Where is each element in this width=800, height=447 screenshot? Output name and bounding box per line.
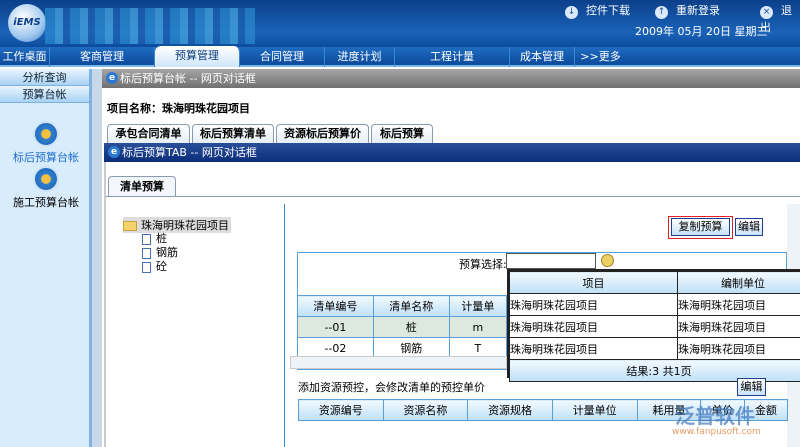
popup-header: 编制单位: [677, 271, 800, 294]
ie-icon: e: [108, 146, 120, 158]
inner-dialog-titlebar: e 标后预算TAB -- 网页对话框: [104, 143, 800, 162]
tree-item[interactable]: 砼: [142, 258, 167, 274]
col-header: 资源规格: [467, 399, 553, 421]
edit-resource-button[interactable]: 编辑: [737, 378, 766, 396]
main-nav: 工作桌面 客商管理 预算管理 合同管理 进度计划 工程计量 成本管理 >>更多: [0, 46, 800, 67]
download-icon: ↓: [565, 6, 578, 19]
popup-header: 项目: [509, 271, 678, 294]
sidebar-item-construction-ledger[interactable]: 施工预算台帐: [0, 194, 92, 210]
nav-contract[interactable]: 合同管理: [240, 47, 325, 67]
watermark-url: www.fanpusoft.com: [672, 427, 761, 437]
date: 2009年 05月 20日 星期三: [635, 25, 768, 38]
col-header: 资源名称: [382, 399, 469, 421]
relogin-icon: ↑: [655, 6, 668, 19]
relogin-label: 重新登录: [676, 4, 720, 17]
tab-contract-list[interactable]: 承包合同清单: [107, 124, 190, 143]
budget-popup: 项目 编制单位 珠海明珠花园项目 珠海明珠花园项目 珠海明珠花园项目 珠海明珠花园项目…: [507, 269, 800, 382]
table-row[interactable]: --01 桩 m: [297, 316, 508, 338]
nav-clients[interactable]: 客商管理: [50, 47, 155, 67]
ie-icon: e: [106, 72, 118, 84]
cell: 珠海明珠花园项目: [677, 293, 800, 316]
relogin-link[interactable]: ↑ 重新登录: [655, 2, 720, 19]
sidebar-item-post-bid-ledger[interactable]: 标后预算台帐: [0, 149, 92, 165]
popup-row[interactable]: 珠海明珠花园项目 珠海明珠花园项目: [509, 337, 800, 360]
copy-budget-button[interactable]: 复制预算: [671, 218, 730, 236]
sidebar-section-analysis[interactable]: 分析查询: [0, 69, 89, 86]
cell: m: [448, 316, 508, 338]
budget-select-input[interactable]: [506, 253, 596, 269]
col-header: 清单名称: [372, 295, 450, 317]
cell: 珠海明珠花园项目: [509, 293, 678, 316]
logo: iEMS: [8, 4, 46, 42]
inner-dialog-title: 标后预算TAB -- 网页对话框: [122, 146, 257, 159]
exit-icon: ×: [760, 6, 773, 19]
people-icon[interactable]: [33, 166, 59, 192]
file-icon: [142, 247, 151, 259]
tab-post-bid-budget[interactable]: 标后预算: [371, 124, 433, 143]
edit-button[interactable]: 编辑: [735, 218, 763, 236]
tree-root[interactable]: 珠海明珠花园项目: [123, 217, 231, 233]
blurred-title: [45, 8, 255, 44]
dialog-title: 标后预算台帐 -- 网页对话框: [120, 72, 256, 85]
project-name: 项目名称：珠海明珠花园项目: [107, 102, 250, 115]
sidebar: 分析查询 预算台帐 标后预算台帐 施工预算台帐: [0, 69, 92, 447]
divider: [284, 204, 285, 447]
search-icon[interactable]: [601, 254, 614, 267]
tab-list-budget[interactable]: 清单预算: [108, 176, 176, 196]
folder-icon: [123, 221, 137, 231]
tab-resource-price[interactable]: 资源标后预算价: [276, 124, 369, 143]
col-header: 资源编号: [298, 399, 384, 421]
col-header: 清单编号: [297, 295, 374, 317]
cell: 桩: [372, 316, 450, 338]
dialog-titlebar: e 标后预算台帐 -- 网页对话框: [102, 69, 800, 88]
cell: --01: [297, 316, 374, 338]
download-label: 控件下载: [586, 4, 630, 17]
col-header: 计量单: [448, 295, 508, 317]
nav-more[interactable]: >>更多: [578, 47, 623, 67]
tab-post-bid-list[interactable]: 标后预算清单: [192, 124, 274, 143]
sidebar-section-ledger[interactable]: 预算台帐: [0, 86, 89, 103]
horizontal-scrollbar[interactable]: [290, 356, 507, 369]
nav-budget[interactable]: 预算管理: [155, 46, 240, 67]
budget-select-label: 预算选择:: [459, 258, 507, 271]
file-icon: [142, 233, 151, 245]
nav-desktop[interactable]: 工作桌面: [0, 47, 50, 67]
popup-row[interactable]: 珠海明珠花园项目 珠海明珠花园项目: [509, 315, 800, 338]
people-icon[interactable]: [33, 121, 59, 147]
col-header: 计量单位: [551, 399, 638, 421]
cell: 珠海明珠花园项目: [677, 315, 800, 338]
nav-cost[interactable]: 成本管理: [510, 47, 575, 67]
nav-schedule[interactable]: 进度计划: [325, 47, 395, 67]
resource-note: 添加资源预控，会修改清单的预控单价: [298, 381, 485, 394]
download-link[interactable]: ↓ 控件下载: [565, 2, 630, 19]
list-table: 清单编号 清单名称 计量单 --01 桩 m --02 钢筋 T: [297, 295, 508, 359]
cell: 珠海明珠花园项目: [677, 337, 800, 360]
splitter[interactable]: [92, 69, 102, 447]
nav-measure[interactable]: 工程计量: [395, 47, 510, 67]
cell: 珠海明珠花园项目: [509, 337, 678, 360]
popup-row[interactable]: 珠海明珠花园项目 珠海明珠花园项目: [509, 293, 800, 316]
cell: 珠海明珠花园项目: [509, 315, 678, 338]
tree-item-label: 砼: [156, 260, 167, 273]
watermark: 泛普软件: [675, 404, 755, 428]
divider: [106, 196, 800, 197]
file-icon: [142, 261, 151, 273]
